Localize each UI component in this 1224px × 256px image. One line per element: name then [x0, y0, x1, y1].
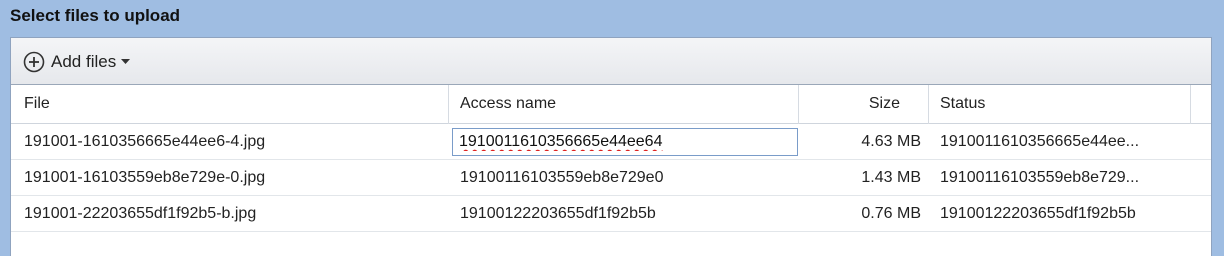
- access-name-cell[interactable]: 19100122203655df1f92b5b: [449, 196, 799, 232]
- status-cell: 1910011610356665e44ee...: [940, 133, 1140, 150]
- column-header-status[interactable]: Status: [929, 85, 1191, 124]
- table-row[interactable]: 191001-16103559eb8e729e-0.jpg 1910011610…: [11, 160, 1211, 196]
- files-table: File Access name Size Status 191001-1610…: [11, 85, 1211, 232]
- table-header: File Access name Size Status: [11, 85, 1211, 124]
- file-name-cell: 191001-22203655df1f92b5-b.jpg: [24, 205, 257, 222]
- table-row[interactable]: 191001-22203655df1f92b5-b.jpg 1910012220…: [11, 196, 1211, 232]
- access-name-input[interactable]: [452, 128, 798, 156]
- toolbar: Add files: [11, 38, 1211, 85]
- status-cell: 19100122203655df1f92b5b: [940, 205, 1136, 222]
- add-files-label: Add files: [51, 52, 117, 71]
- add-files-button[interactable]: Add files: [23, 50, 131, 74]
- column-header-file[interactable]: File: [11, 85, 449, 124]
- size-cell: 0.76 MB: [861, 205, 921, 222]
- dialog-title: Select files to upload: [10, 6, 181, 25]
- column-header-size[interactable]: Size: [799, 85, 929, 124]
- upload-panel: Add files File Access name Size Status 1…: [10, 37, 1212, 256]
- column-header-filler: [1191, 85, 1211, 124]
- caret-down-icon: [121, 59, 131, 65]
- size-cell: 1.43 MB: [861, 169, 921, 186]
- status-cell: 19100116103559eb8e729...: [940, 169, 1140, 186]
- file-name-cell: 191001-16103559eb8e729e-0.jpg: [24, 169, 266, 186]
- table-row[interactable]: 191001-1610356665e44ee6-4.jpg 4.63 MB 19…: [11, 124, 1211, 160]
- size-cell: 4.63 MB: [861, 133, 921, 150]
- plus-circle-icon: [23, 51, 45, 73]
- file-name-cell: 191001-1610356665e44ee6-4.jpg: [24, 133, 266, 150]
- access-name-cell[interactable]: 19100116103559eb8e729e0: [449, 160, 799, 196]
- column-header-access-name[interactable]: Access name: [449, 85, 799, 124]
